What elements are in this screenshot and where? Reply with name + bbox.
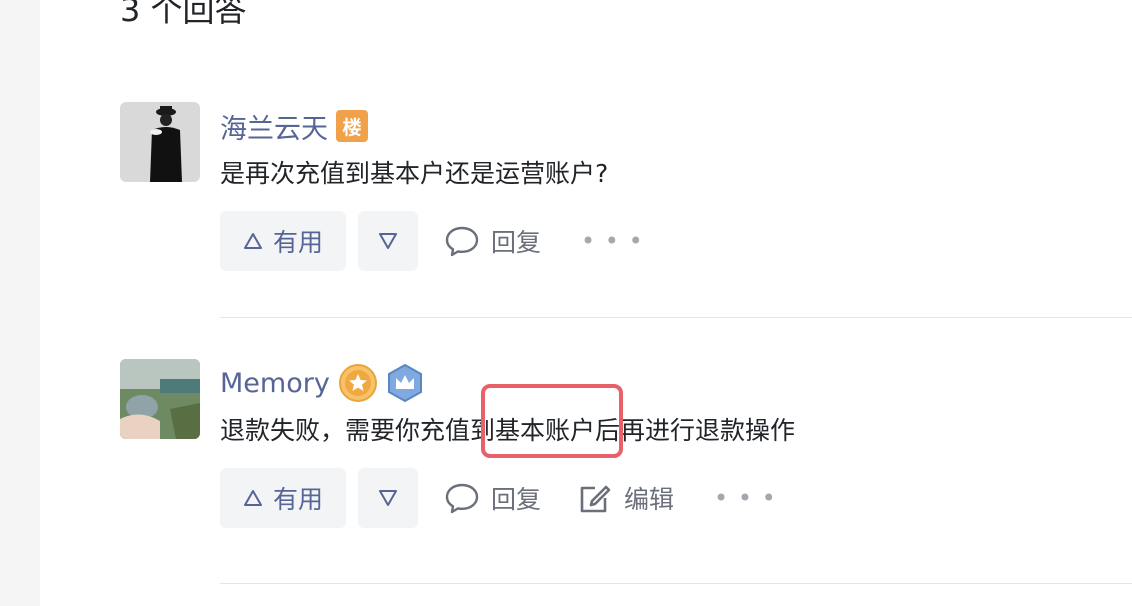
triangle-up-icon: [243, 489, 263, 507]
triangle-down-icon: [378, 232, 398, 250]
avatar[interactable]: [120, 102, 200, 182]
comment-icon: [445, 482, 479, 514]
answer-text: 退款失败，需要你充值到基本账户后再进行退款操作: [220, 384, 796, 458]
useful-button[interactable]: 有用: [220, 468, 346, 528]
author-line: 海兰云天 楼: [220, 106, 368, 146]
answer-divider: [220, 317, 1132, 318]
answer-actions: 有用 回复 • • •: [220, 211, 644, 271]
triangle-up-icon: [243, 232, 263, 250]
answer-divider: [220, 583, 1132, 584]
author-name[interactable]: 海兰云天: [220, 107, 328, 146]
edit-label: 编辑: [624, 485, 675, 514]
useful-label: 有用: [272, 485, 323, 514]
answer-text: 是再次充值到基本户还是运营账户?: [220, 159, 609, 188]
more-options-icon[interactable]: • • •: [581, 227, 644, 255]
useful-button[interactable]: 有用: [220, 211, 346, 271]
useful-label: 有用: [272, 228, 323, 257]
answers-count-title: 3 个回答: [120, 0, 247, 29]
reply-button[interactable]: 回复: [445, 480, 541, 516]
highlighted-text: 基本账户: [481, 384, 624, 458]
answer-text-after: 后再进行退款操作: [595, 416, 796, 445]
more-options-icon[interactable]: • • •: [714, 484, 777, 512]
edit-icon: [578, 481, 612, 515]
downvote-button[interactable]: [358, 468, 418, 528]
comment-icon: [445, 225, 479, 257]
avatar[interactable]: [120, 359, 200, 439]
answer-text-before: 退款失败，需要你充值到: [220, 416, 496, 445]
edit-button[interactable]: 编辑: [578, 480, 674, 516]
answer-actions: 有用 回复 编辑 • • •: [220, 468, 777, 528]
reply-button[interactable]: 回复: [445, 223, 541, 259]
triangle-down-icon: [378, 489, 398, 507]
reply-label: 回复: [491, 485, 542, 514]
gold-star-badge-icon: [338, 363, 378, 403]
reply-label: 回复: [491, 228, 542, 257]
left-sidebar-rail: [0, 0, 40, 606]
floor-badge: 楼: [336, 110, 368, 142]
crown-shield-badge-icon: [386, 363, 424, 403]
downvote-button[interactable]: [358, 211, 418, 271]
author-line: Memory: [220, 363, 424, 403]
author-name[interactable]: Memory: [220, 368, 330, 399]
